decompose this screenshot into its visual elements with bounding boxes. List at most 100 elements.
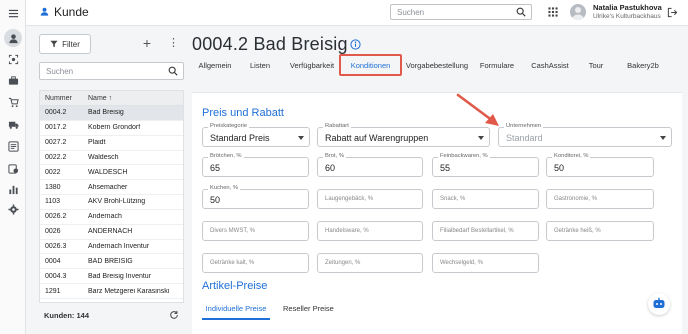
discount-input[interactable]: Snack, % [432,189,539,209]
briefcase-icon[interactable] [4,72,22,88]
chat-support-button[interactable] [648,293,670,315]
table-row[interactable]: 0004.3 Bad Breisig Inventur [40,269,183,285]
tab-listen[interactable]: Listen [244,56,276,76]
column-header-name[interactable]: Name ↑ [84,95,183,102]
list-icon[interactable] [4,138,22,154]
field-value: Rabatt auf Warengruppen [325,133,429,143]
customer-number: 0004.2 [45,109,67,117]
chevron-down-icon [660,136,666,140]
field-value: 65 [210,163,221,173]
global-search-input[interactable] [397,7,507,18]
chatbot-icon [653,297,665,308]
list-search-input[interactable] [46,66,156,77]
info-icon[interactable] [350,39,361,50]
subtab-reseller-prices[interactable]: Reseller Preise [283,302,335,320]
discount-input[interactable]: Wechselgeld, % [432,253,539,273]
menu-icon[interactable] [4,5,22,21]
discount-input[interactable]: Filialbedarf Bestellartikel, % [432,221,539,241]
tab-highlight-annotation [339,54,402,76]
discount-input[interactable]: Getränke kalt, % [202,253,309,273]
discount-input[interactable]: Gastronomie, % [546,189,654,209]
calendar-clock-icon[interactable] [4,160,22,176]
company-select[interactable]: Unternehmen Standard [498,123,672,147]
list-footer: Kunden: 144 [39,303,184,327]
tab-allgemein[interactable]: Allgemein [192,56,238,76]
bar-chart-icon[interactable] [4,181,22,197]
field-label: Brötchen, % [208,153,244,159]
table-row[interactable]: 0022 WALDESCH [40,165,183,181]
customer-count: Kunden: 144 [44,310,90,320]
detail-tabs: Allgemein Listen Verfügbarkeit Kondition… [192,56,682,76]
field-value: 50 [210,195,221,205]
tab-vorgabebestellung[interactable]: Vorgabebestellung [402,56,472,76]
table-row[interactable]: 0017.2 Kobern Grondorf [40,121,183,136]
tab-cashassist[interactable]: CashAssist [528,56,572,76]
customer-name: Ahsemacher [88,183,128,191]
table-row[interactable]: 0027.2 Plaidt [40,136,183,151]
discount-input[interactable]: Divers MWST, % [202,221,309,241]
scan-icon[interactable] [4,51,22,67]
customer-title: 0004.2 Bad Breisig [192,34,348,54]
field-label: Wechselgeld, % [440,260,483,266]
discount-input[interactable]: Laugengebäck, % [317,189,423,209]
discount-input[interactable]: Getränke heiß, % [546,221,654,241]
table-row[interactable]: 0004.2 Bad Breisig [40,106,183,121]
customer-icon[interactable] [4,29,22,47]
discount-input[interactable]: Handelsware, % [317,221,423,241]
filter-label: Filter [62,39,80,49]
field-label: Laugengebäck, % [325,196,374,202]
refresh-icon[interactable] [169,310,179,320]
field-label: Rabattart [323,123,351,129]
customer-number: 0004 [45,257,61,265]
user-name: Natalia Pastukhova [593,3,662,12]
search-icon[interactable] [168,66,178,76]
discount-input[interactable]: Feinbackwaren, % 55 [432,153,539,177]
discount-input[interactable]: Brötchen, % 65 [202,153,309,177]
discount-input[interactable]: Brot, % 60 [317,153,423,177]
table-row[interactable]: 0026.3 Andernach Inventur [40,240,183,255]
table-row[interactable]: 1103 AKV Brohl-Lützing [40,195,183,210]
table-row[interactable]: 1291 Barz Metzgerei Karasinski [40,284,183,299]
customer-name: Andernach [88,213,122,221]
table-row[interactable]: 1380 Ahsemacher [40,180,183,196]
field-placeholder: Standard [506,133,543,143]
price-category-select[interactable]: Preiskategorie Standard Preis [202,123,310,147]
discount-input[interactable]: Konditorei, % 50 [546,153,654,177]
filter-button[interactable]: Filter [39,34,91,54]
table-row[interactable]: 0026.2 Andernach [40,210,183,225]
customer-number: 1103 [45,198,61,206]
field-label: Konditorei, % [552,153,591,159]
discount-input[interactable]: Kuchen, % 50 [202,185,309,209]
column-header-number[interactable]: Nummer [40,95,84,102]
cart-icon[interactable] [4,94,22,110]
search-icon[interactable] [516,7,526,17]
settings-icon[interactable] [4,201,22,217]
tab-formulare[interactable]: Formulare [477,56,517,76]
list-search[interactable] [39,62,184,80]
logout-icon[interactable] [667,7,678,18]
field-value: 60 [325,163,336,173]
page-title: Kunde [54,5,89,19]
customer-name: ANDERNACH [88,228,133,236]
table-header: Nummer Name ↑ [40,91,183,106]
add-customer-button[interactable]: + [140,36,154,50]
tab-bakery2b[interactable]: Bakery2b [623,56,663,76]
table-row[interactable]: 0004 BAD BREISIG [40,254,183,270]
subtab-individual-prices[interactable]: Individuelle Preise [202,302,270,320]
filter-icon [50,40,58,48]
apps-grid-icon[interactable] [548,7,558,17]
table-row[interactable]: 0026 ANDERNACH [40,225,183,240]
table-row[interactable]: 0022.2 Waldesch [40,151,183,166]
discount-input[interactable]: Zeitungen, % [317,253,423,273]
customer-number: 0022.2 [45,153,67,161]
truck-icon[interactable] [4,116,22,132]
more-options-icon[interactable]: ⋮ [168,36,179,50]
global-search[interactable] [390,4,532,20]
user-org: Ulrike's Kulturbackhaus [593,13,661,20]
tab-verfuegbarkeit[interactable]: Verfügbarkeit [284,56,340,76]
field-label: Unternehmen [504,123,544,129]
tab-tour[interactable]: Tour [586,56,606,76]
avatar[interactable] [570,4,586,20]
annotation-arrow [456,93,499,126]
customer-name: Plaidt [88,139,106,147]
